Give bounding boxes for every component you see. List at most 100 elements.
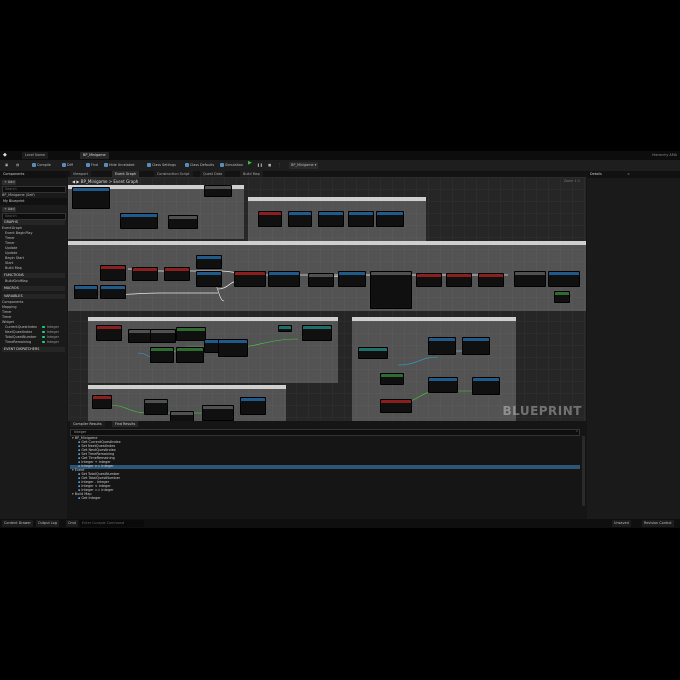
graph-node[interactable]: [416, 273, 442, 287]
graph-node[interactable]: [338, 271, 366, 287]
cmd-button[interactable]: Cmd: [66, 520, 78, 527]
graph-node[interactable]: [554, 291, 570, 303]
macros-section-header[interactable]: MACROS: [2, 286, 65, 291]
simulation-label: Simulation: [225, 163, 244, 167]
unsaved-indicator[interactable]: Unsaved: [612, 520, 631, 527]
compile-button[interactable]: Compile: [30, 162, 53, 169]
graph-node[interactable]: [514, 271, 546, 287]
revision-control-button[interactable]: Revision Control: [642, 520, 674, 527]
graph-node[interactable]: [370, 271, 412, 309]
output-log-button[interactable]: Output Log: [36, 520, 59, 527]
content-drawer-button[interactable]: Content Drawer: [2, 520, 33, 527]
search-icon[interactable]: ⌕: [576, 429, 578, 433]
graph-node[interactable]: [548, 271, 580, 287]
graph-node[interactable]: [168, 215, 198, 229]
close-icon[interactable]: ×: [627, 172, 630, 176]
results-scrollbar[interactable]: [582, 436, 585, 506]
graph-node[interactable]: [72, 187, 110, 209]
class-settings-icon: [147, 163, 151, 167]
unreal-logo-icon: ◆: [3, 152, 7, 158]
class-settings-button[interactable]: Class Settings: [145, 162, 178, 169]
graph-node[interactable]: [150, 347, 174, 363]
graph-node[interactable]: [92, 395, 112, 409]
save-icon[interactable]: ▣: [3, 162, 10, 169]
integer-type-icon: [41, 341, 45, 343]
functions-section-header[interactable]: FUNCTIONS: [2, 273, 65, 278]
variable-item[interactable]: TimeRemaining Integer: [2, 340, 65, 345]
graph-node[interactable]: [348, 211, 374, 227]
tab-compiler-results[interactable]: Compiler Results: [70, 421, 105, 427]
find-button[interactable]: Find: [84, 162, 100, 169]
tab-find-results[interactable]: Find Results: [112, 421, 139, 427]
graph-node[interactable]: [196, 271, 222, 287]
graph-node[interactable]: [358, 347, 388, 359]
variables-section-header[interactable]: VARIABLES: [2, 294, 65, 299]
find-result-row[interactable]: ▪ Get Integer: [70, 496, 580, 501]
graph-item[interactable]: Build Map: [2, 266, 65, 271]
simulation-button[interactable]: Simulation: [218, 162, 245, 169]
graph-node[interactable]: [144, 399, 168, 415]
graph-node[interactable]: [120, 213, 158, 229]
components-add-button[interactable]: + Add: [2, 180, 65, 185]
graph-node[interactable]: [100, 285, 126, 299]
blueprint-editor-window: ◆ Level Name BP_Minigame Hierarchy AMA ▣…: [0, 151, 680, 528]
graph-node[interactable]: [428, 337, 456, 355]
tab-level[interactable]: Level Name: [22, 152, 49, 159]
graph-node[interactable]: [478, 273, 504, 287]
graph-node[interactable]: [176, 347, 204, 363]
graph-node[interactable]: [268, 271, 300, 287]
pause-icon[interactable]: ❚❚: [255, 162, 265, 169]
graph-node[interactable]: [164, 267, 190, 281]
my-blueprint-add-button[interactable]: + Add: [2, 207, 65, 212]
graphs-section-header[interactable]: GRAPHS: [2, 220, 65, 225]
console-command-input[interactable]: Enter Console Command: [80, 520, 144, 527]
find-results-search-input[interactable]: Integer: [70, 429, 580, 436]
graph-node[interactable]: [380, 373, 404, 385]
graph-node[interactable]: [428, 377, 458, 393]
graph-node[interactable]: [446, 273, 472, 287]
graph-node[interactable]: [240, 397, 266, 415]
graph-node[interactable]: [74, 285, 98, 299]
event-graph-canvas[interactable]: ◀ ▶ BP_Minigame > Event Graph Zoom 1:1 B…: [68, 177, 586, 425]
graph-node[interactable]: [376, 211, 404, 227]
graph-node[interactable]: [176, 327, 206, 341]
function-item[interactable]: BuildGridMap: [2, 279, 65, 284]
graph-node[interactable]: [462, 337, 490, 355]
dispatchers-section-header[interactable]: EVENT DISPATCHERS: [2, 347, 65, 352]
my-blueprint-search-input[interactable]: Search: [2, 213, 66, 220]
simulation-icon: [220, 163, 224, 167]
graph-node[interactable]: [302, 325, 332, 341]
graph-node[interactable]: [202, 405, 234, 421]
graph-node[interactable]: [204, 185, 232, 197]
class-defaults-button[interactable]: Class Defaults: [183, 162, 216, 169]
graph-node[interactable]: [258, 211, 282, 227]
diff-icon: [62, 163, 66, 167]
components-panel-title: Components: [0, 171, 67, 178]
debug-object-dropdown[interactable]: BP_Minigame ▾: [289, 162, 319, 169]
my-blueprint-panel: My Blueprint + Add Search GRAPHS EventGr…: [0, 198, 67, 519]
graph-node[interactable]: [100, 265, 126, 281]
more-options-icon[interactable]: ⋮: [276, 162, 283, 169]
graph-node[interactable]: [308, 273, 334, 287]
integer-type-icon: [41, 331, 45, 333]
hide-unrelated-button[interactable]: Hide Unrelated: [102, 162, 136, 169]
browse-icon[interactable]: ▤: [14, 162, 21, 169]
graph-node[interactable]: [318, 211, 344, 227]
graph-node[interactable]: [472, 377, 500, 395]
graph-node[interactable]: [150, 329, 176, 343]
graph-node[interactable]: [96, 325, 122, 341]
diff-button[interactable]: Diff: [60, 162, 75, 169]
graph-node[interactable]: [132, 267, 158, 281]
tab-blueprint[interactable]: BP_Minigame: [80, 152, 109, 159]
components-search-input[interactable]: Search: [2, 186, 66, 193]
graph-node[interactable]: [278, 325, 292, 332]
compile-label: Compile: [37, 163, 51, 167]
diff-label: Diff: [67, 163, 73, 167]
graph-node[interactable]: [218, 339, 248, 357]
graph-node[interactable]: [288, 211, 312, 227]
graph-node[interactable]: [380, 399, 412, 413]
stop-icon[interactable]: ■: [266, 162, 273, 169]
graph-node[interactable]: [234, 271, 266, 287]
play-icon[interactable]: ▶: [246, 160, 254, 167]
graph-node[interactable]: [196, 255, 222, 269]
